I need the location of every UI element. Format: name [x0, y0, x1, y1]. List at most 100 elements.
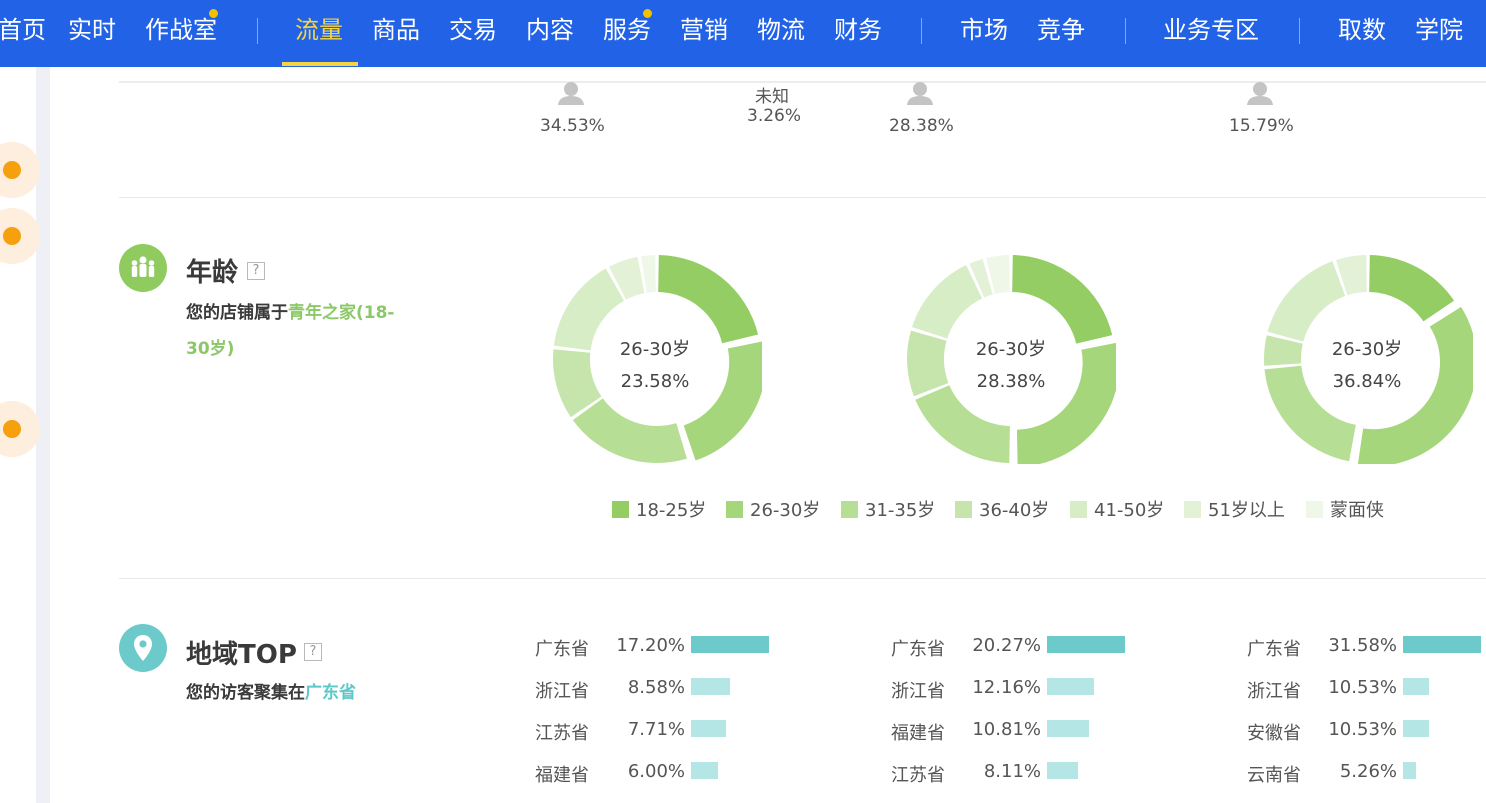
top-nav-bar: 首页 实时 作战室 流量 商品 交易 内容 服务 营销 物流 财务 市场 竞争 …	[0, 0, 1486, 67]
section-anchor[interactable]	[0, 142, 40, 198]
donut-slice[interactable]	[1012, 255, 1113, 344]
donut-slice[interactable]	[1369, 255, 1455, 322]
region-bar	[1403, 720, 1429, 737]
region-row: 广东省 31.58%	[1247, 635, 1486, 661]
nav-item-finance[interactable]: 财务	[834, 10, 882, 45]
legend-label: 18-25岁	[636, 500, 707, 521]
region-row: 福建省 6.00%	[535, 761, 795, 787]
region-percent: 10.53%	[1328, 719, 1397, 740]
nav-divider	[257, 18, 258, 44]
region-percent: 17.20%	[616, 635, 685, 656]
legend-swatch	[955, 501, 972, 518]
nav-item-market[interactable]: 市场	[960, 10, 1008, 45]
notification-dot	[208, 8, 219, 19]
region-section-description: 您的访客聚集在广东省	[186, 675, 446, 711]
region-percent: 5.26%	[1339, 761, 1397, 782]
legend-swatch	[726, 501, 743, 518]
donut-slice[interactable]	[912, 265, 983, 339]
donut-slice[interactable]	[1267, 261, 1346, 342]
nav-item-logistics[interactable]: 物流	[757, 10, 805, 45]
legend-label: 26-30岁	[750, 500, 821, 521]
legend-label: 41-50岁	[1094, 500, 1165, 521]
nav-item-academy[interactable]: 学院	[1415, 10, 1463, 45]
help-icon[interactable]: ?	[247, 262, 265, 280]
donut-slice[interactable]	[658, 255, 759, 344]
region-row: 广东省 20.27%	[891, 635, 1151, 661]
donut-slice[interactable]	[572, 398, 687, 463]
region-bar	[1047, 678, 1094, 695]
person-icon	[1247, 82, 1273, 105]
nav-divider	[1125, 18, 1126, 44]
nav-item-content[interactable]: 内容	[526, 10, 574, 45]
region-percent: 10.81%	[972, 719, 1041, 740]
legend-swatch	[1184, 501, 1201, 518]
region-bar	[691, 678, 730, 695]
region-row: 广东省 17.20%	[535, 635, 795, 661]
donut-center-label: 26-30岁	[1331, 339, 1403, 360]
region-list: 广东省 17.20% 浙江省 8.58% 江苏省 7.71% 福建省 6.00%	[535, 635, 795, 803]
legend-label: 51岁以上	[1208, 500, 1285, 521]
region-name: 浙江省	[891, 681, 945, 702]
region-name: 云南省	[1247, 765, 1301, 786]
donut-slice[interactable]	[907, 330, 949, 397]
section-anchor[interactable]	[0, 208, 40, 264]
region-row: 福建省 10.81%	[891, 719, 1151, 745]
desc-highlight: 广东省	[305, 683, 356, 703]
age-section-description: 您的店铺属于青年之家(18- 30岁)	[186, 295, 426, 367]
gender-value: 15.79%	[1229, 116, 1294, 136]
region-name: 广东省	[891, 639, 945, 660]
legend-item[interactable]: 51岁以上	[1184, 496, 1285, 521]
section-divider	[119, 197, 1486, 198]
region-row: 浙江省 12.16%	[891, 677, 1151, 703]
nav-item-home[interactable]: 首页	[0, 10, 46, 45]
legend-item[interactable]: 36-40岁	[955, 496, 1050, 521]
nav-item-realtime[interactable]: 实时	[68, 10, 116, 45]
section-anchor[interactable]	[0, 401, 40, 457]
legend-item[interactable]: 18-25岁	[612, 496, 707, 521]
region-percent: 10.53%	[1328, 677, 1397, 698]
nav-item-marketing[interactable]: 营销	[680, 10, 728, 45]
region-bar	[1403, 636, 1481, 653]
desc-highlight: 30岁)	[186, 339, 235, 359]
legend-swatch	[1306, 501, 1323, 518]
section-divider	[119, 81, 1486, 83]
nav-item-business-zone[interactable]: 业务专区	[1163, 10, 1259, 45]
nav-item-transactions[interactable]: 交易	[449, 10, 497, 45]
nav-item-competition[interactable]: 竞争	[1037, 10, 1085, 45]
nav-divider	[1299, 18, 1300, 44]
legend-item[interactable]: 26-30岁	[726, 496, 821, 521]
nav-item-data-fetch[interactable]: 取数	[1338, 10, 1386, 45]
region-name: 浙江省	[535, 681, 589, 702]
region-percent: 12.16%	[972, 677, 1041, 698]
donut-slice[interactable]	[915, 385, 1010, 463]
age-section-icon	[119, 244, 167, 292]
region-section-icon	[119, 624, 167, 672]
nav-item-war-room[interactable]: 作战室	[145, 10, 217, 45]
region-row: 江苏省 8.11%	[891, 761, 1151, 787]
region-bar	[1403, 762, 1416, 779]
donut-center-label: 26-30岁	[619, 339, 691, 360]
region-list: 广东省 20.27% 浙江省 12.16% 福建省 10.81% 江苏省 8.11%	[891, 635, 1151, 803]
region-percent: 20.27%	[972, 635, 1041, 656]
donut-slice[interactable]	[1264, 335, 1303, 366]
legend-item[interactable]: 蒙面侠	[1306, 496, 1384, 521]
section-divider	[119, 578, 1486, 579]
region-name: 安徽省	[1247, 723, 1301, 744]
legend-label: 36-40岁	[979, 500, 1050, 521]
region-bar	[1047, 762, 1078, 779]
person-icon	[907, 82, 933, 105]
nav-item-products[interactable]: 商品	[372, 10, 420, 45]
legend-label: 31-35岁	[865, 500, 936, 521]
donut-center-value: 23.58%	[620, 371, 690, 392]
person-icon	[558, 82, 584, 105]
legend-item[interactable]: 31-35岁	[841, 496, 936, 521]
legend-item[interactable]: 41-50岁	[1070, 496, 1165, 521]
nav-item-traffic[interactable]: 流量	[295, 10, 343, 45]
donut-slice[interactable]	[641, 255, 656, 293]
region-name: 福建省	[535, 765, 589, 786]
nav-divider	[921, 18, 922, 44]
gender-unknown-value: 3.26%	[747, 106, 802, 126]
gender-value: 34.53%	[540, 116, 605, 136]
region-name: 江苏省	[535, 723, 589, 744]
help-icon[interactable]: ?	[304, 643, 322, 661]
